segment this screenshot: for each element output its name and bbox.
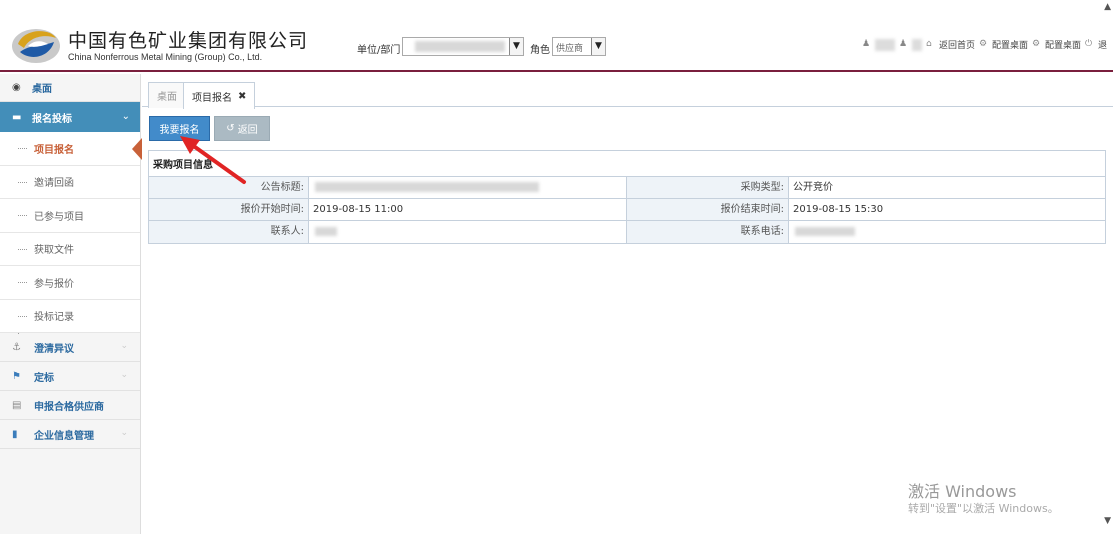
redacted-phone [795, 227, 855, 236]
phone-value [789, 221, 1105, 243]
sidebar-item-label: 获取文件 [34, 245, 74, 257]
sidebar-subitem-project-signup[interactable]: 项目报名 [0, 132, 142, 166]
start-time-value: 2019-08-15 11:00 [309, 199, 627, 220]
role-value: 供应商 [556, 44, 584, 54]
sidebar-subitem-invitation-reply[interactable]: 邀请回函 [0, 165, 140, 199]
sidebar-item-label: 已参与项目 [34, 211, 84, 223]
anchor-icon: ⚓ [12, 341, 21, 353]
redacted-user [874, 38, 895, 51]
sidebar-item-bidding[interactable]: ▬ 报名投标 ⌄ [0, 102, 140, 132]
redacted-user [911, 38, 922, 51]
unit-label: 单位/部门 [357, 45, 401, 56]
sidebar-item-label: 参与报价 [34, 278, 74, 290]
config-desktop-link-2[interactable]: 配置桌面 [1045, 38, 1081, 51]
purchase-type-label: 采购类型: [627, 177, 789, 198]
sidebar-item-label: 企业信息管理 [34, 430, 94, 442]
redacted-unit [415, 41, 505, 52]
sidebar-item-label: 项目报名 [34, 144, 74, 156]
tree-connector [18, 181, 27, 183]
windows-activation-hint: 转到"设置"以激活 Windows。 [908, 502, 1059, 515]
phone-label: 联系电话: [627, 221, 789, 243]
tree-connector [18, 148, 27, 149]
config-desktop-link[interactable]: 配置桌面 [992, 38, 1028, 51]
sidebar-item-qualified-supplier[interactable]: ▤ 申报合格供应商 [0, 391, 140, 420]
table-row: 公告标题: 采购类型: 公开竞价 [149, 177, 1105, 199]
tree-connector [18, 282, 27, 283]
flag-icon: ⚑ [12, 370, 21, 382]
tab-project-signup[interactable]: 项目报名 ✖ [183, 82, 256, 109]
contact-value [309, 221, 627, 243]
contact-label: 联系人: [149, 221, 309, 243]
end-time-label: 报价结束时间: [627, 199, 789, 220]
top-right-links: ♟ ♟ ⌂ 返回首页 ⚙ 配置桌面 ⚙ 配置桌面 ⏻ 退 [862, 38, 1107, 51]
table-row: 联系人: 联系电话: [149, 221, 1105, 243]
tree-connector [18, 248, 27, 250]
purchase-type-value: 公开竞价 [793, 182, 833, 193]
sidebar-item-label: 定标 [34, 372, 54, 384]
brand-name-cn: 中国有色矿业集团有限公司 [68, 30, 309, 52]
tab-bar: 桌面 项目报名 ✖ [142, 74, 1113, 109]
scroll-down-icon[interactable]: ▼ [1104, 516, 1111, 526]
sidebar-item-desktop[interactable]: ◉ 桌面 [0, 74, 140, 102]
sidebar-subitem-quote[interactable]: 参与报价 [0, 266, 140, 300]
chevron-down-icon: ▼ [591, 38, 605, 55]
unit-select[interactable]: ▼ [402, 37, 524, 56]
role-label: 角色 [530, 45, 550, 56]
redacted-title [315, 182, 539, 192]
home-icon: ⌂ [925, 39, 932, 49]
annotation-arrow-icon [180, 136, 246, 184]
user-icon: ♟ [898, 39, 908, 49]
project-info-panel: 采购项目信息 公告标题: 采购类型: 公开竞价 报价开始时间: 2019-08-… [148, 150, 1106, 244]
sidebar-item-award[interactable]: ⚑ 定标 ⌄ [0, 362, 140, 391]
power-icon: ⏻ [1084, 39, 1093, 49]
gear-icon: ⚙ [1031, 39, 1041, 49]
sidebar: ◉ 桌面 ▬ 报名投标 ⌄ 项目报名 邀请回函 已参与项目 获取文件 参与报价 … [0, 74, 142, 534]
role-select[interactable]: 供应商 ▼ [552, 37, 606, 56]
close-icon[interactable]: ✖ [238, 91, 246, 102]
chevron-down-icon: ▼ [509, 38, 523, 55]
company-logo-icon [12, 29, 60, 63]
sidebar-item-clarification[interactable]: ⚓ 澄清异议 ⌄ [0, 333, 140, 362]
tree-connector [18, 315, 27, 317]
end-time-value: 2019-08-15 15:30 [793, 204, 884, 215]
sidebar-subitem-get-documents[interactable]: 获取文件 [0, 232, 140, 266]
sidebar-item-label: 申报合格供应商 [34, 401, 104, 413]
list-icon: ▬ [12, 111, 22, 123]
sidebar-item-label: 邀请回函 [34, 178, 74, 190]
redacted-contact [315, 227, 337, 236]
table-row: 报价开始时间: 2019-08-15 11:00 报价结束时间: 2019-08… [149, 199, 1105, 221]
windows-activation-watermark: 激活 Windows [908, 482, 1017, 501]
sidebar-subitem-joined-projects[interactable]: 已参与项目 [0, 199, 140, 233]
calendar-icon: ▤ [12, 399, 22, 411]
sidebar-item-label: 桌面 [32, 84, 52, 95]
scroll-up-icon[interactable]: ▲ [1104, 2, 1111, 12]
tree-connector [18, 215, 27, 216]
gear-icon: ⚙ [978, 39, 988, 49]
chevron-down-icon: ⌄ [121, 111, 130, 122]
chevron-down-icon: ⌄ [120, 370, 128, 380]
tab-label: 桌面 [157, 92, 177, 103]
exit-link[interactable]: 退 [1098, 38, 1107, 51]
bar-chart-icon: ▮ [12, 428, 18, 440]
panel-title: 采购项目信息 [149, 151, 1105, 177]
brand-name-en: China Nonferrous Metal Mining (Group) Co… [68, 52, 263, 62]
chevron-down-icon: ⌄ [120, 341, 128, 351]
sidebar-item-label: 报名投标 [32, 113, 72, 125]
chevron-down-icon: ⌄ [120, 428, 128, 438]
user-icon: ♟ [861, 39, 871, 49]
sidebar-item-company-info[interactable]: ▮ 企业信息管理 ⌄ [0, 420, 140, 449]
dashboard-icon: ◉ [12, 82, 21, 93]
tab-label: 项目报名 [192, 92, 232, 104]
sidebar-item-label: 澄清异议 [34, 343, 74, 355]
sidebar-subitem-bid-records[interactable]: 投标记录 [0, 299, 140, 333]
start-time-label: 报价开始时间: [149, 199, 309, 220]
tab-desktop[interactable]: 桌面 [148, 82, 186, 108]
home-link[interactable]: 返回首页 [939, 38, 975, 51]
sidebar-item-label: 投标记录 [34, 312, 74, 324]
announcement-value [309, 177, 627, 198]
app-header: 中国有色矿业集团有限公司 China Nonferrous Metal Mini… [0, 0, 1113, 72]
